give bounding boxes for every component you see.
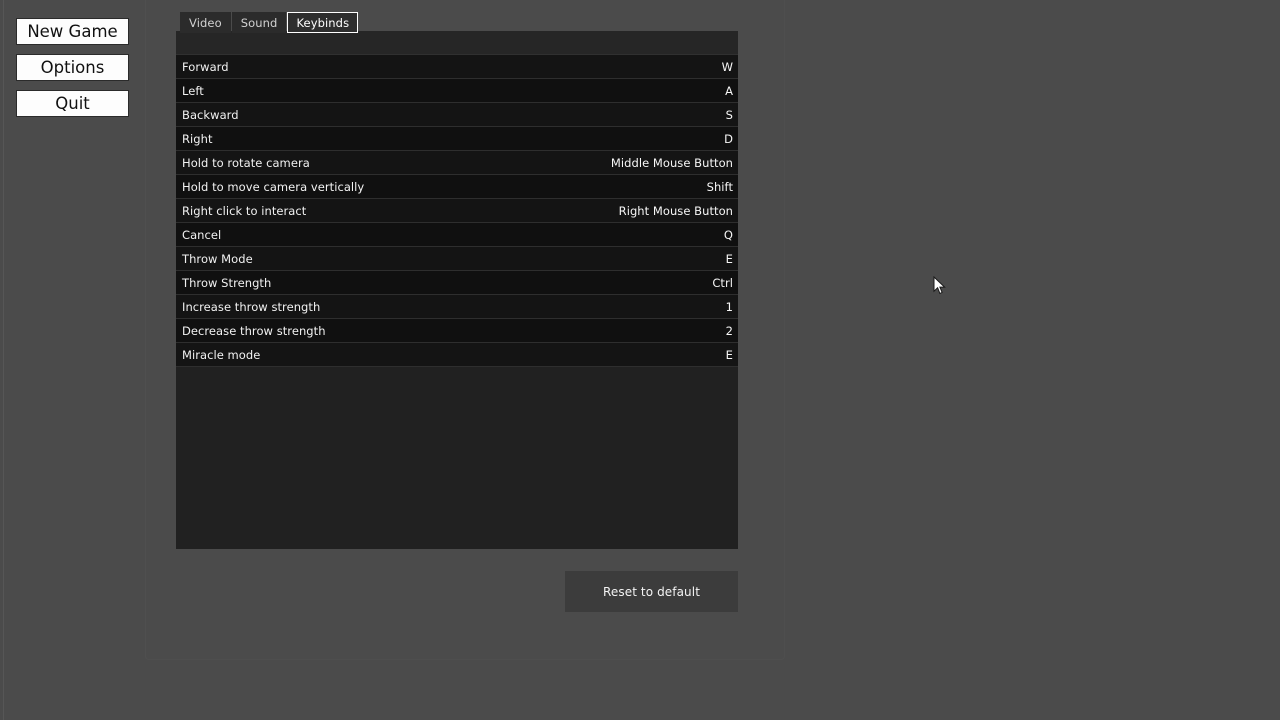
screen-left-divider	[3, 0, 4, 720]
keybind-key-value[interactable]: W	[722, 60, 733, 74]
keybinds-panel-header	[176, 31, 738, 55]
keybind-row[interactable]: Throw Mode E	[176, 247, 738, 271]
keybind-key-value[interactable]: E	[726, 252, 733, 266]
keybind-row[interactable]: Hold to move camera vertically Shift	[176, 175, 738, 199]
keybind-row[interactable]: Decrease throw strength 2	[176, 319, 738, 343]
keybind-row[interactable]: Throw Strength Ctrl	[176, 271, 738, 295]
keybind-key-value[interactable]: Middle Mouse Button	[611, 156, 733, 170]
keybind-key-value[interactable]: E	[726, 348, 733, 362]
tab-keybinds[interactable]: Keybinds	[287, 12, 359, 33]
keybind-row[interactable]: Right click to interact Right Mouse Butto…	[176, 199, 738, 223]
keybind-key-value[interactable]: 2	[726, 324, 733, 338]
keybind-key-value[interactable]: S	[726, 108, 733, 122]
options-button[interactable]: Options	[16, 54, 129, 81]
keybind-action-label: Hold to move camera vertically	[182, 179, 365, 194]
quit-button[interactable]: Quit	[16, 90, 129, 117]
keybind-key-value[interactable]: D	[724, 132, 733, 146]
keybind-action-label: Throw Mode	[182, 251, 253, 266]
keybind-action-label: Increase throw strength	[182, 299, 321, 314]
options-tab-bar: Video Sound Keybinds	[180, 12, 359, 33]
keybind-key-value[interactable]: Q	[724, 228, 733, 242]
keybind-action-label: Right click to interact	[182, 203, 307, 218]
keybind-key-value[interactable]: A	[725, 84, 733, 98]
keybind-action-label: Cancel	[182, 227, 222, 242]
keybind-key-value[interactable]: Right Mouse Button	[619, 204, 733, 218]
mouse-cursor-arrow-icon	[933, 275, 947, 296]
keybind-row[interactable]: Miracle mode E	[176, 343, 738, 367]
keybind-row[interactable]: Hold to rotate camera Middle Mouse Button	[176, 151, 738, 175]
keybind-row[interactable]: Forward W	[176, 55, 738, 79]
main-menu: New Game Options Quit	[16, 18, 129, 126]
keybind-row[interactable]: Backward S	[176, 103, 738, 127]
keybind-key-value[interactable]: Shift	[707, 180, 733, 194]
keybinds-list: Forward W Left A Backward S Right D Hold to rota…	[176, 55, 738, 367]
keybinds-panel: Forward W Left A Backward S Right D Hold to rota…	[176, 31, 738, 549]
keybind-row[interactable]: Cancel Q	[176, 223, 738, 247]
keybind-key-value[interactable]: Ctrl	[712, 276, 733, 290]
keybind-action-label: Forward	[182, 59, 229, 74]
keybind-action-label: Right	[182, 131, 213, 146]
keybind-action-label: Decrease throw strength	[182, 323, 326, 338]
keybind-row[interactable]: Increase throw strength 1	[176, 295, 738, 319]
tab-video[interactable]: Video	[180, 12, 231, 33]
options-panel: Video Sound Keybinds Forward W Left A Backwa…	[145, 0, 785, 660]
keybind-action-label: Throw Strength	[182, 275, 272, 290]
keybind-action-label: Hold to rotate camera	[182, 155, 310, 170]
tab-sound[interactable]: Sound	[231, 12, 287, 33]
keybind-action-label: Miracle mode	[182, 347, 261, 362]
keybind-row[interactable]: Left A	[176, 79, 738, 103]
keybind-action-label: Left	[182, 83, 204, 98]
keybind-key-value[interactable]: 1	[726, 300, 733, 314]
reset-to-default-button[interactable]: Reset to default	[565, 571, 738, 612]
keybind-action-label: Backward	[182, 107, 239, 122]
keybind-row[interactable]: Right D	[176, 127, 738, 151]
new-game-button[interactable]: New Game	[16, 18, 129, 45]
